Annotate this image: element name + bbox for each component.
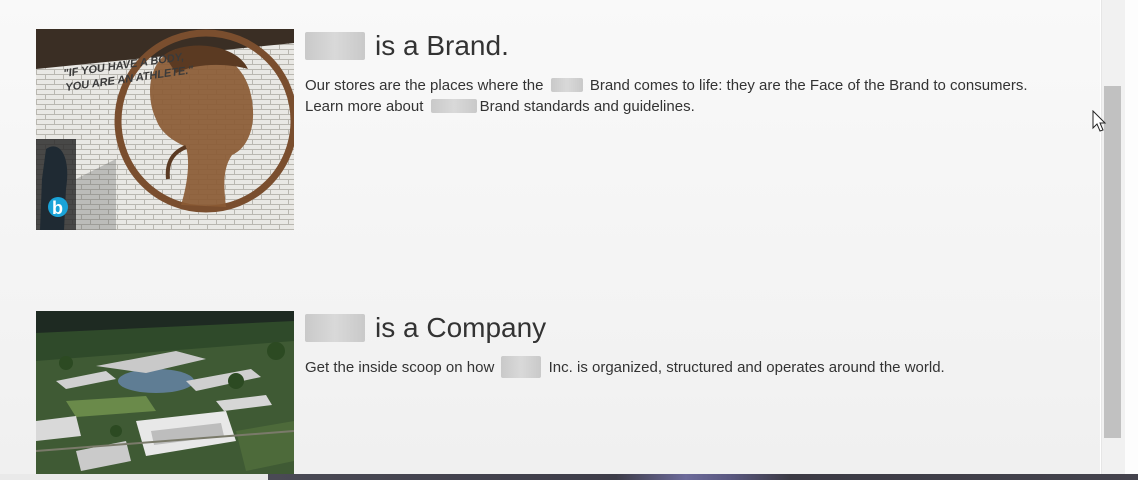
company-description: Get the inside scoop on how Inc. is orga… <box>305 356 1095 379</box>
brand-desc-part1: Our stores are the places where the <box>305 77 544 94</box>
brand-title-text: is a Brand. <box>375 30 509 61</box>
company-body: is a Company Get the inside scoop on how… <box>305 311 1095 379</box>
redacted-name <box>430 99 477 114</box>
taskbar-strip <box>0 474 1138 480</box>
company-title-text: is a Company <box>375 312 547 343</box>
content-page: "IF YOU HAVE A BODY, YOU ARE AN ATHLETE.… <box>0 0 1100 474</box>
company-desc-part1: Get the inside scoop on how <box>305 359 495 376</box>
company-title: is a Company <box>305 311 1095 345</box>
brand-body: is a Brand. Our stores are the places wh… <box>305 29 1095 117</box>
brand-link-suffix[interactable]: Brand standards and guidelines. <box>480 98 695 115</box>
taskbar-background <box>268 474 1138 480</box>
brand-description: Our stores are the places where the Bran… <box>305 75 1095 117</box>
company-image[interactable] <box>36 311 294 474</box>
brand-image[interactable]: "IF YOU HAVE A BODY, YOU ARE AN ATHLETE.… <box>36 29 294 230</box>
redacted-name <box>550 78 583 93</box>
brand-standards-link[interactable]: Brand standards and guidelines. <box>428 98 695 115</box>
pointer-cursor-icon <box>1092 110 1107 132</box>
company-desc-part2: Inc. is organized, structured and operat… <box>548 359 945 376</box>
brand-title: is a Brand. <box>305 29 1095 63</box>
brand-desc-part2: Brand comes to life: they are the Face o… <box>589 77 1028 94</box>
redacted-name <box>501 356 542 379</box>
scrollbar-thumb[interactable] <box>1104 86 1121 438</box>
redacted-name <box>305 314 365 342</box>
brand-link-prefix: Learn more about <box>305 98 424 115</box>
window-edge <box>1125 0 1138 480</box>
image-badge-letter: b <box>52 198 63 218</box>
redacted-name <box>305 32 365 60</box>
